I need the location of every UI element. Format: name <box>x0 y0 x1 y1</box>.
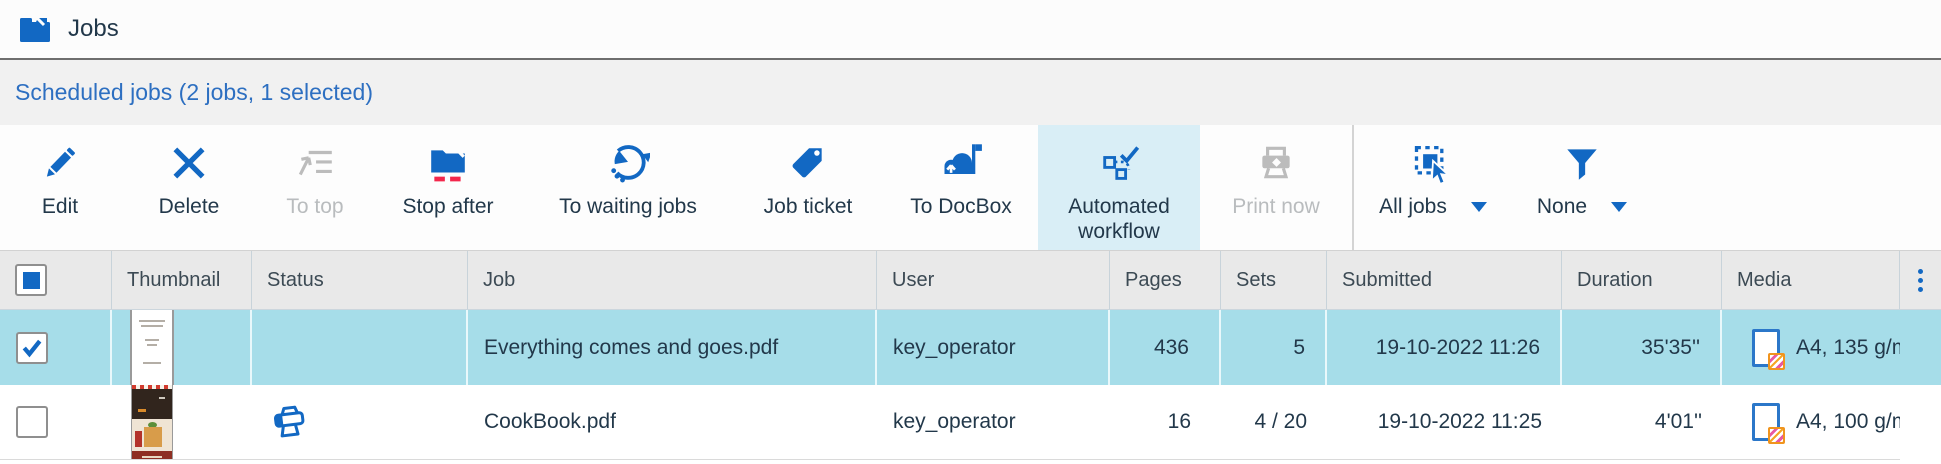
media-sheet-icon <box>1752 329 1780 367</box>
to-docbox-button[interactable]: To DocBox <box>884 125 1038 250</box>
pages-cell: 436 <box>1110 310 1221 385</box>
job-thumbnail <box>130 310 174 385</box>
filter-icon <box>1561 138 1603 188</box>
printer-icon <box>1255 138 1297 188</box>
user-cell: key_operator <box>877 310 1110 385</box>
job-name-cell: Everything comes and goes.pdf <box>468 310 877 385</box>
table-header: Thumbnail Status Job User Pages Sets Sub… <box>0 250 1941 310</box>
workflow-check-icon <box>1097 138 1141 188</box>
all-jobs-dropdown[interactable]: All jobs <box>1354 125 1512 250</box>
job-name-cell: CookBook.pdf <box>468 385 877 460</box>
chevron-down-icon[interactable] <box>1611 202 1627 212</box>
col-header-duration[interactable]: Duration <box>1562 251 1722 309</box>
select-all-checkbox[interactable] <box>15 264 47 296</box>
col-header-submitted[interactable]: Submitted <box>1327 251 1562 309</box>
media-cell: A4, 135 g/m² <box>1722 310 1900 385</box>
submitted-cell: 19-10-2022 11:25 <box>1327 385 1562 460</box>
edit-button[interactable]: Edit <box>0 125 120 250</box>
status-cell <box>252 385 468 460</box>
row-checkbox[interactable] <box>16 406 48 438</box>
move-to-top-icon <box>294 138 336 188</box>
clock-redo-icon <box>606 138 650 188</box>
printing-status-icon <box>268 403 310 441</box>
media-sheet-icon <box>1752 403 1780 441</box>
print-now-button: Print now <box>1200 125 1352 250</box>
table-row[interactable]: Everything comes and goes.pdf key_operat… <box>0 310 1941 385</box>
filter-dropdown[interactable]: None <box>1512 125 1652 250</box>
col-header-pages[interactable]: Pages <box>1110 251 1221 309</box>
mailbox-icon <box>939 138 983 188</box>
col-header-sets[interactable]: Sets <box>1221 251 1327 309</box>
duration-cell: 4'01'' <box>1562 385 1722 460</box>
check-icon <box>20 336 44 360</box>
row-select-cell <box>0 385 112 460</box>
page-title: Jobs <box>68 15 119 43</box>
media-color-badge <box>1768 427 1785 444</box>
duration-cell: 35'35'' <box>1562 310 1722 385</box>
job-thumbnail <box>131 385 173 460</box>
thumbnail-cell <box>112 310 252 385</box>
col-header-thumbnail[interactable]: Thumbnail <box>112 251 252 309</box>
col-header-media[interactable]: Media <box>1722 251 1900 309</box>
table-row[interactable]: CookBook.pdf key_operator 16 4 / 20 19-1… <box>0 385 1941 460</box>
select-all-cell[interactable] <box>0 251 112 309</box>
column-options-button[interactable] <box>1900 251 1941 309</box>
pages-cell: 16 <box>1110 385 1221 460</box>
status-cell <box>252 310 468 385</box>
kebab-menu-icon <box>1918 269 1923 292</box>
folder-icon <box>19 16 51 43</box>
tag-icon <box>787 138 829 188</box>
delete-button[interactable]: Delete <box>120 125 258 250</box>
thumbnail-cell <box>112 385 252 460</box>
sets-cell: 5 <box>1221 310 1327 385</box>
row-checkbox[interactable] <box>16 332 48 364</box>
to-top-button: To top <box>258 125 372 250</box>
media-cell: A4, 100 g/m² <box>1722 385 1900 460</box>
automated-workflow-button[interactable]: Automated workflow <box>1038 125 1200 250</box>
pencil-icon <box>39 138 81 188</box>
sets-cell: 4 / 20 <box>1221 385 1327 460</box>
col-header-job[interactable]: Job <box>468 251 877 309</box>
toolbar: Edit Delete To top Stop after <box>0 125 1941 250</box>
x-icon <box>168 138 210 188</box>
stop-after-button[interactable]: Stop after <box>372 125 524 250</box>
jobs-summary-bar: Scheduled jobs (2 jobs, 1 selected) <box>0 60 1941 125</box>
indeterminate-mark <box>23 272 40 289</box>
topbar: Jobs <box>0 0 1941 60</box>
media-color-badge <box>1768 353 1785 370</box>
col-header-user[interactable]: User <box>877 251 1110 309</box>
job-ticket-button[interactable]: Job ticket <box>732 125 884 250</box>
to-waiting-jobs-button[interactable]: To waiting jobs <box>524 125 732 250</box>
chevron-down-icon[interactable] <box>1471 202 1487 212</box>
submitted-cell: 19-10-2022 11:26 <box>1327 310 1562 385</box>
jobs-summary-text: Scheduled jobs (2 jobs, 1 selected) <box>15 79 373 106</box>
user-cell: key_operator <box>877 385 1110 460</box>
col-header-status[interactable]: Status <box>252 251 468 309</box>
folder-stop-icon <box>427 138 469 188</box>
select-all-icon <box>1411 138 1455 188</box>
row-select-cell <box>0 310 112 385</box>
